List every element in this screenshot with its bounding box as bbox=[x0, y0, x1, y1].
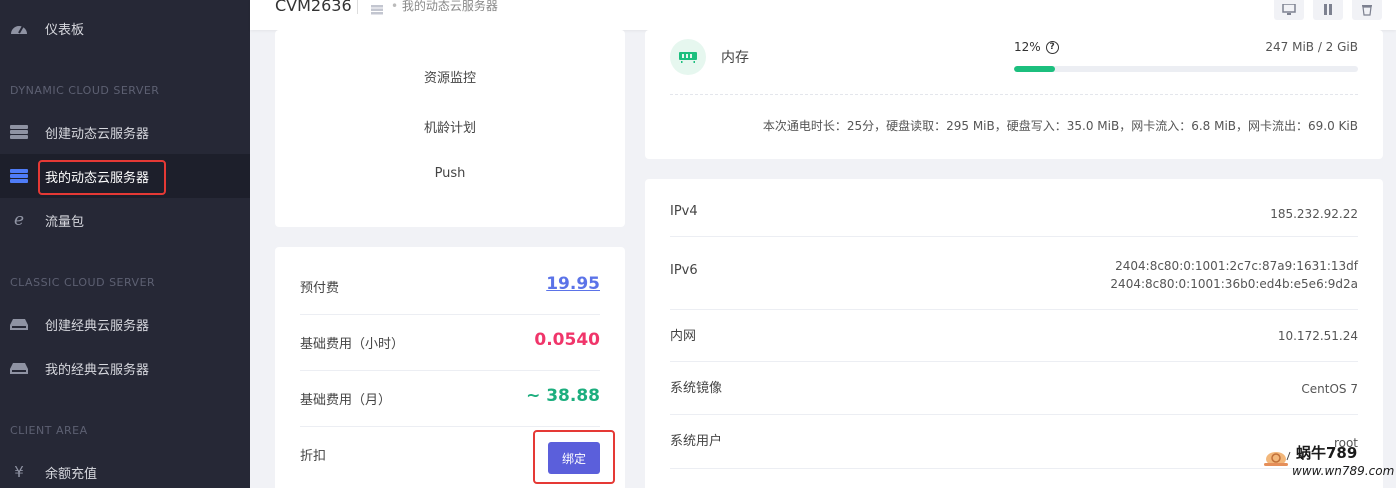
watermark-url: www.wn789.com bbox=[1292, 464, 1395, 478]
highlight-box bbox=[38, 160, 166, 195]
hourly-value: 0.0540 bbox=[534, 330, 600, 350]
memory-card: 内存 12% ? 247 MiB / 2 GiB 本次通电时长：25分，硬盘读取… bbox=[645, 30, 1383, 159]
pause-button[interactable] bbox=[1313, 0, 1343, 20]
trash-icon bbox=[1361, 1, 1373, 20]
usage-stats: 本次通电时长：25分，硬盘读取：295 MiB，硬盘写入：35.0 MiB，网卡… bbox=[762, 119, 1358, 133]
highlight-box bbox=[533, 430, 615, 484]
ipv6-value: 2404:8c80:0:1001:2c7c:87a9:1631:13df 240… bbox=[1110, 257, 1358, 293]
menu-link-age-plan[interactable]: 机龄计划 bbox=[275, 117, 625, 136]
delete-button[interactable] bbox=[1352, 0, 1382, 20]
fee-row-hourly: 基础费用（小时） 0.0540 bbox=[300, 315, 600, 371]
watermark: 蜗牛789 www.wn789.com bbox=[1262, 440, 1394, 484]
sidebar-item-recharge[interactable]: ¥ 余额充值 bbox=[0, 450, 250, 488]
info-row-user: 系统用户 root bbox=[670, 415, 1358, 469]
intranet-label: 内网 bbox=[670, 329, 697, 344]
info-row-ipv6: IPv6 2404:8c80:0:1001:2c7c:87a9:1631:13d… bbox=[670, 237, 1358, 310]
sidebar-item-create-classic[interactable]: 创建经典云服务器 bbox=[0, 302, 250, 346]
breadcrumb-label: 我的动态云服务器 bbox=[401, 0, 498, 13]
section-title-client: CLIENT AREA bbox=[10, 424, 88, 437]
menu-link-resource-monitor[interactable]: 资源监控 bbox=[275, 67, 625, 86]
memory-percent: 12% ? bbox=[1014, 40, 1059, 54]
monitor-icon bbox=[1282, 1, 1296, 20]
hdd-icon bbox=[10, 361, 28, 375]
snail-logo-icon bbox=[1262, 446, 1292, 472]
sidebar-item-create-dynamic[interactable]: 创建动态云服务器 bbox=[0, 110, 250, 154]
prepaid-label: 预付费 bbox=[300, 281, 340, 296]
ipv6-label: IPv6 bbox=[670, 263, 698, 278]
hdd-icon bbox=[10, 317, 28, 331]
memory-progress bbox=[1014, 66, 1358, 72]
sidebar-item-my-classic[interactable]: 我的经典云服务器 bbox=[0, 346, 250, 390]
memory-label: 内存 bbox=[721, 50, 749, 66]
server-menu-card: 资源监控 机龄计划 Push bbox=[275, 30, 625, 227]
sidebar-item-label: 创建经典云服务器 bbox=[45, 318, 150, 334]
menu-link-partial bbox=[275, 22, 625, 30]
hourly-label: 基础费用（小时） bbox=[300, 337, 405, 352]
ipv6-address-1: 2404:8c80:0:1001:2c7c:87a9:1631:13df bbox=[1115, 259, 1358, 273]
memory-progress-fill bbox=[1014, 66, 1056, 72]
sidebar-item-label: 创建动态云服务器 bbox=[45, 126, 150, 142]
ie-icon: e bbox=[13, 210, 25, 230]
memory-usage: 247 MiB / 2 GiB bbox=[1265, 40, 1358, 54]
help-icon[interactable]: ? bbox=[1045, 40, 1059, 54]
watermark-title: 蜗牛789 bbox=[1296, 444, 1358, 462]
server-list-icon bbox=[10, 169, 28, 183]
pause-icon bbox=[1322, 1, 1334, 20]
server-icon bbox=[10, 125, 28, 139]
console-button[interactable] bbox=[1274, 0, 1304, 20]
sidebar-item-label: 流量包 bbox=[45, 214, 85, 230]
user-label: 系统用户 bbox=[670, 434, 723, 449]
breadcrumb[interactable]: • 我的动态云服务器 bbox=[391, 0, 498, 14]
sidebar-item-label: 仪表板 bbox=[45, 22, 85, 38]
sidebar-item-label: 余额充值 bbox=[45, 466, 98, 482]
monthly-value: ~ 38.88 bbox=[526, 386, 600, 406]
fee-row-monthly: 基础费用（月） ~ 38.88 bbox=[300, 371, 600, 427]
ipv4-label: IPv4 bbox=[670, 204, 698, 219]
image-label: 系统镜像 bbox=[670, 381, 723, 396]
header-divider bbox=[357, 0, 358, 14]
ipv6-address-2: 2404:8c80:0:1001:36b0:ed4b:e5e6:9d2a bbox=[1110, 277, 1358, 291]
info-row-intranet: 内网 10.172.51.24 bbox=[670, 310, 1358, 362]
discount-label: 折扣 bbox=[300, 449, 327, 464]
page-title: CVM2636 bbox=[275, 0, 352, 15]
sidebar-item-traffic[interactable]: e 流量包 bbox=[0, 198, 250, 242]
monthly-label: 基础费用（月） bbox=[300, 393, 392, 408]
menu-link-push[interactable]: Push bbox=[275, 166, 625, 181]
prepaid-value[interactable]: 19.95 bbox=[546, 274, 600, 294]
sidebar: 仪表板 DYNAMIC CLOUD SERVER 创建动态云服务器 我的动态云服… bbox=[0, 0, 250, 488]
ipv4-value: 185.232.92.22 bbox=[1270, 207, 1358, 221]
section-title-classic: CLASSIC CLOUD SERVER bbox=[10, 276, 156, 289]
fee-row-prepaid: 预付费 19.95 bbox=[300, 259, 600, 315]
memory-icon bbox=[670, 39, 706, 75]
info-row-image: 系统镜像 CentOS 7 bbox=[670, 362, 1358, 415]
memory-percent-text: 12% bbox=[1014, 40, 1041, 54]
server-list-icon bbox=[371, 0, 383, 15]
dashboard-icon bbox=[10, 21, 28, 35]
info-row-ipv4: IPv4 185.232.92.22 bbox=[670, 179, 1358, 237]
sidebar-item-label: 我的经典云服务器 bbox=[45, 362, 150, 378]
image-value: CentOS 7 bbox=[1301, 382, 1358, 396]
yen-icon: ¥ bbox=[14, 463, 24, 481]
sidebar-item-dashboard[interactable]: 仪表板 bbox=[0, 6, 250, 50]
section-title-dynamic: DYNAMIC CLOUD SERVER bbox=[10, 84, 160, 97]
intranet-value: 10.172.51.24 bbox=[1277, 329, 1358, 343]
divider bbox=[670, 94, 1358, 95]
